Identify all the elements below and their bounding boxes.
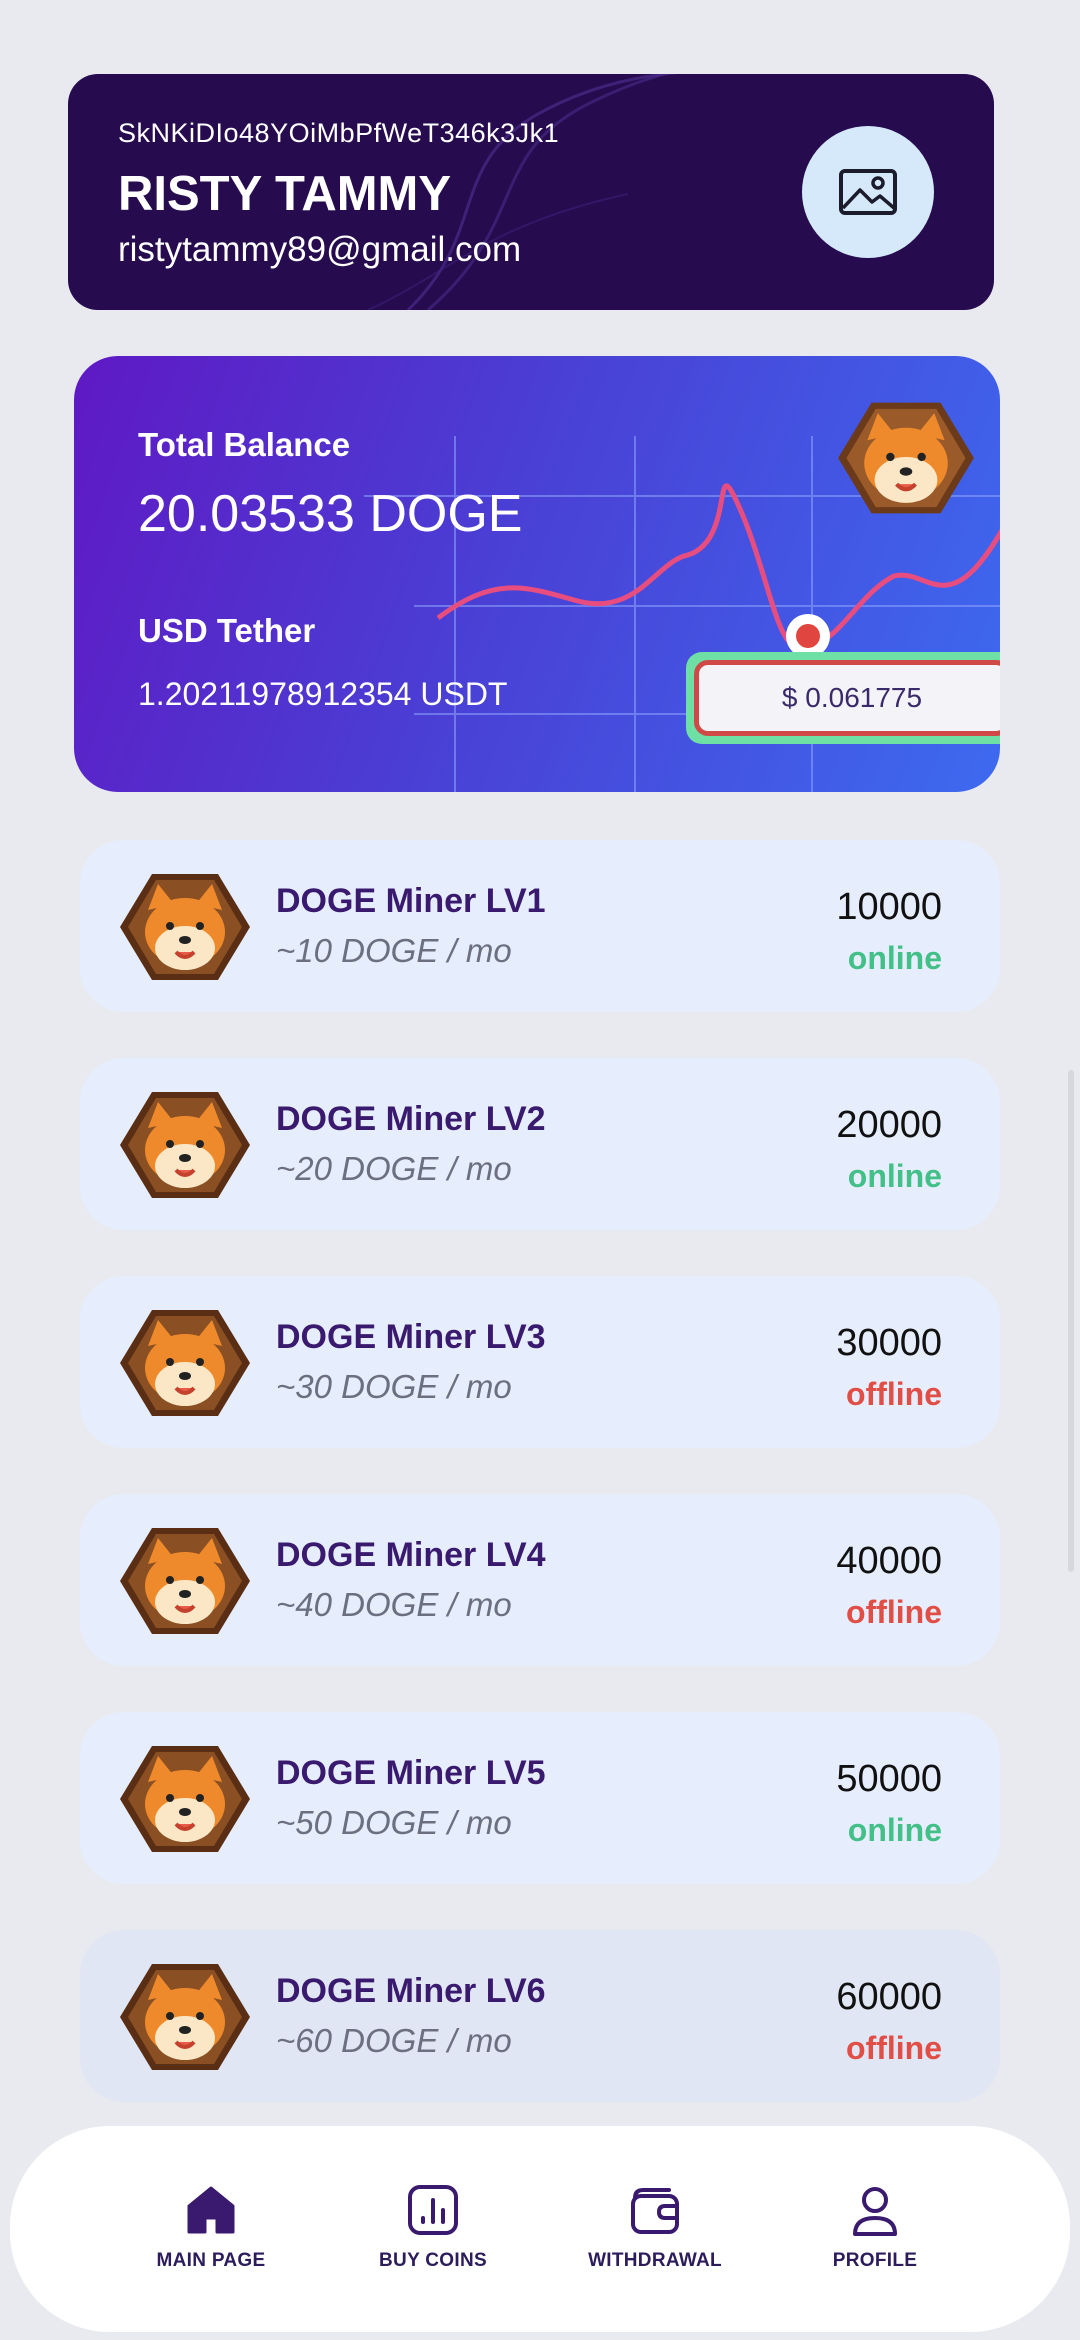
- miner-status: offline: [846, 1594, 942, 1630]
- miner-rate: ~40 DOGE / mo: [276, 1586, 512, 1623]
- image-placeholder-icon: [839, 169, 897, 215]
- doge-logo-icon: [120, 1310, 250, 1416]
- chart-icon: [408, 2185, 458, 2235]
- nav-label: PROFILE: [832, 2250, 918, 2271]
- miner-price: 60000: [836, 1976, 942, 2018]
- nav-profile[interactable]: PROFILE: [775, 2182, 975, 2272]
- total-balance-value: 20.03533 DOGE: [138, 485, 523, 543]
- user-name: RISTY TAMMY: [118, 167, 452, 221]
- balance-card: Total Balance 20.03533 DOGE USD Tether 1…: [74, 356, 1000, 792]
- profile-card: SkNKiDIo48YOiMbPfWeT346k3Jk1 RISTY TAMMY…: [68, 74, 994, 310]
- miner-card-lv3[interactable]: DOGE Miner LV3 ~30 DOGE / mo 30000 offli…: [80, 1276, 1000, 1448]
- miner-rate: ~50 DOGE / mo: [276, 1804, 512, 1841]
- miner-status: online: [847, 1812, 942, 1848]
- miner-price: 50000: [836, 1758, 942, 1800]
- doge-logo-icon: [120, 1746, 250, 1852]
- user-icon: [853, 2187, 897, 2236]
- miner-rate: ~10 DOGE / mo: [276, 932, 512, 969]
- miner-card-lv4[interactable]: DOGE Miner LV4 ~40 DOGE / mo 40000 offli…: [80, 1494, 1000, 1666]
- bottom-nav: MAIN PAGE BUY COINS WITHDRAWAL PROFILE: [10, 2126, 1070, 2332]
- miner-title: DOGE Miner LV2: [276, 1100, 546, 1138]
- usd-tether-label: USD Tether: [138, 612, 316, 649]
- miner-rate: ~20 DOGE / mo: [276, 1150, 512, 1187]
- home-icon: [187, 2186, 235, 2234]
- doge-logo-icon: [838, 402, 974, 514]
- miner-price: 20000: [836, 1104, 942, 1146]
- price-tag: $ 0.061775: [686, 652, 1000, 744]
- price-value: $ 0.061775: [694, 660, 1000, 736]
- miner-card-lv1[interactable]: DOGE Miner LV1 ~10 DOGE / mo 10000 onlin…: [80, 840, 1000, 1012]
- miner-status: offline: [846, 1376, 942, 1412]
- doge-logo-icon: [120, 1964, 250, 2070]
- doge-logo-icon: [120, 1092, 250, 1198]
- nav-withdrawal[interactable]: WITHDRAWAL: [555, 2182, 755, 2272]
- miner-title: DOGE Miner LV4: [276, 1536, 546, 1574]
- nav-label: BUY COINS: [379, 2250, 487, 2271]
- miner-card-lv2[interactable]: DOGE Miner LV2 ~20 DOGE / mo 20000 onlin…: [80, 1058, 1000, 1230]
- user-id: SkNKiDIo48YOiMbPfWeT346k3Jk1: [118, 118, 560, 148]
- miner-price: 30000: [836, 1322, 942, 1364]
- miner-price: 10000: [836, 886, 942, 928]
- miner-rate: ~30 DOGE / mo: [276, 1368, 512, 1405]
- avatar[interactable]: [802, 126, 934, 258]
- doge-logo-icon: [120, 1528, 250, 1634]
- nav-buy-coins[interactable]: BUY COINS: [333, 2182, 533, 2272]
- miner-price: 40000: [836, 1540, 942, 1582]
- user-email: ristytammy89@gmail.com: [118, 230, 522, 269]
- miner-rate: ~60 DOGE / mo: [276, 2022, 512, 2059]
- miner-title: DOGE Miner LV5: [276, 1754, 546, 1792]
- miner-title: DOGE Miner LV1: [276, 882, 546, 920]
- miner-status: online: [847, 1158, 942, 1194]
- nav-label: MAIN PAGE: [156, 2250, 266, 2271]
- wallet-icon: [631, 2188, 679, 2234]
- miner-card-lv5[interactable]: DOGE Miner LV5 ~50 DOGE / mo 50000 onlin…: [80, 1712, 1000, 1884]
- nav-label: WITHDRAWAL: [588, 2250, 722, 2271]
- nav-main-page[interactable]: MAIN PAGE: [111, 2182, 311, 2272]
- doge-logo-icon: [120, 874, 250, 980]
- miner-title: DOGE Miner LV3: [276, 1318, 546, 1356]
- miner-title: DOGE Miner LV6: [276, 1972, 546, 2010]
- scrollbar[interactable]: [1068, 1070, 1074, 1572]
- total-balance-label: Total Balance: [138, 426, 351, 463]
- miner-status: offline: [846, 2030, 942, 2066]
- miner-status: online: [847, 940, 942, 976]
- usd-tether-value: 1.20211978912354 USDT: [138, 676, 508, 712]
- miner-card-lv6[interactable]: DOGE Miner LV6 ~60 DOGE / mo 60000 offli…: [80, 1930, 1000, 2102]
